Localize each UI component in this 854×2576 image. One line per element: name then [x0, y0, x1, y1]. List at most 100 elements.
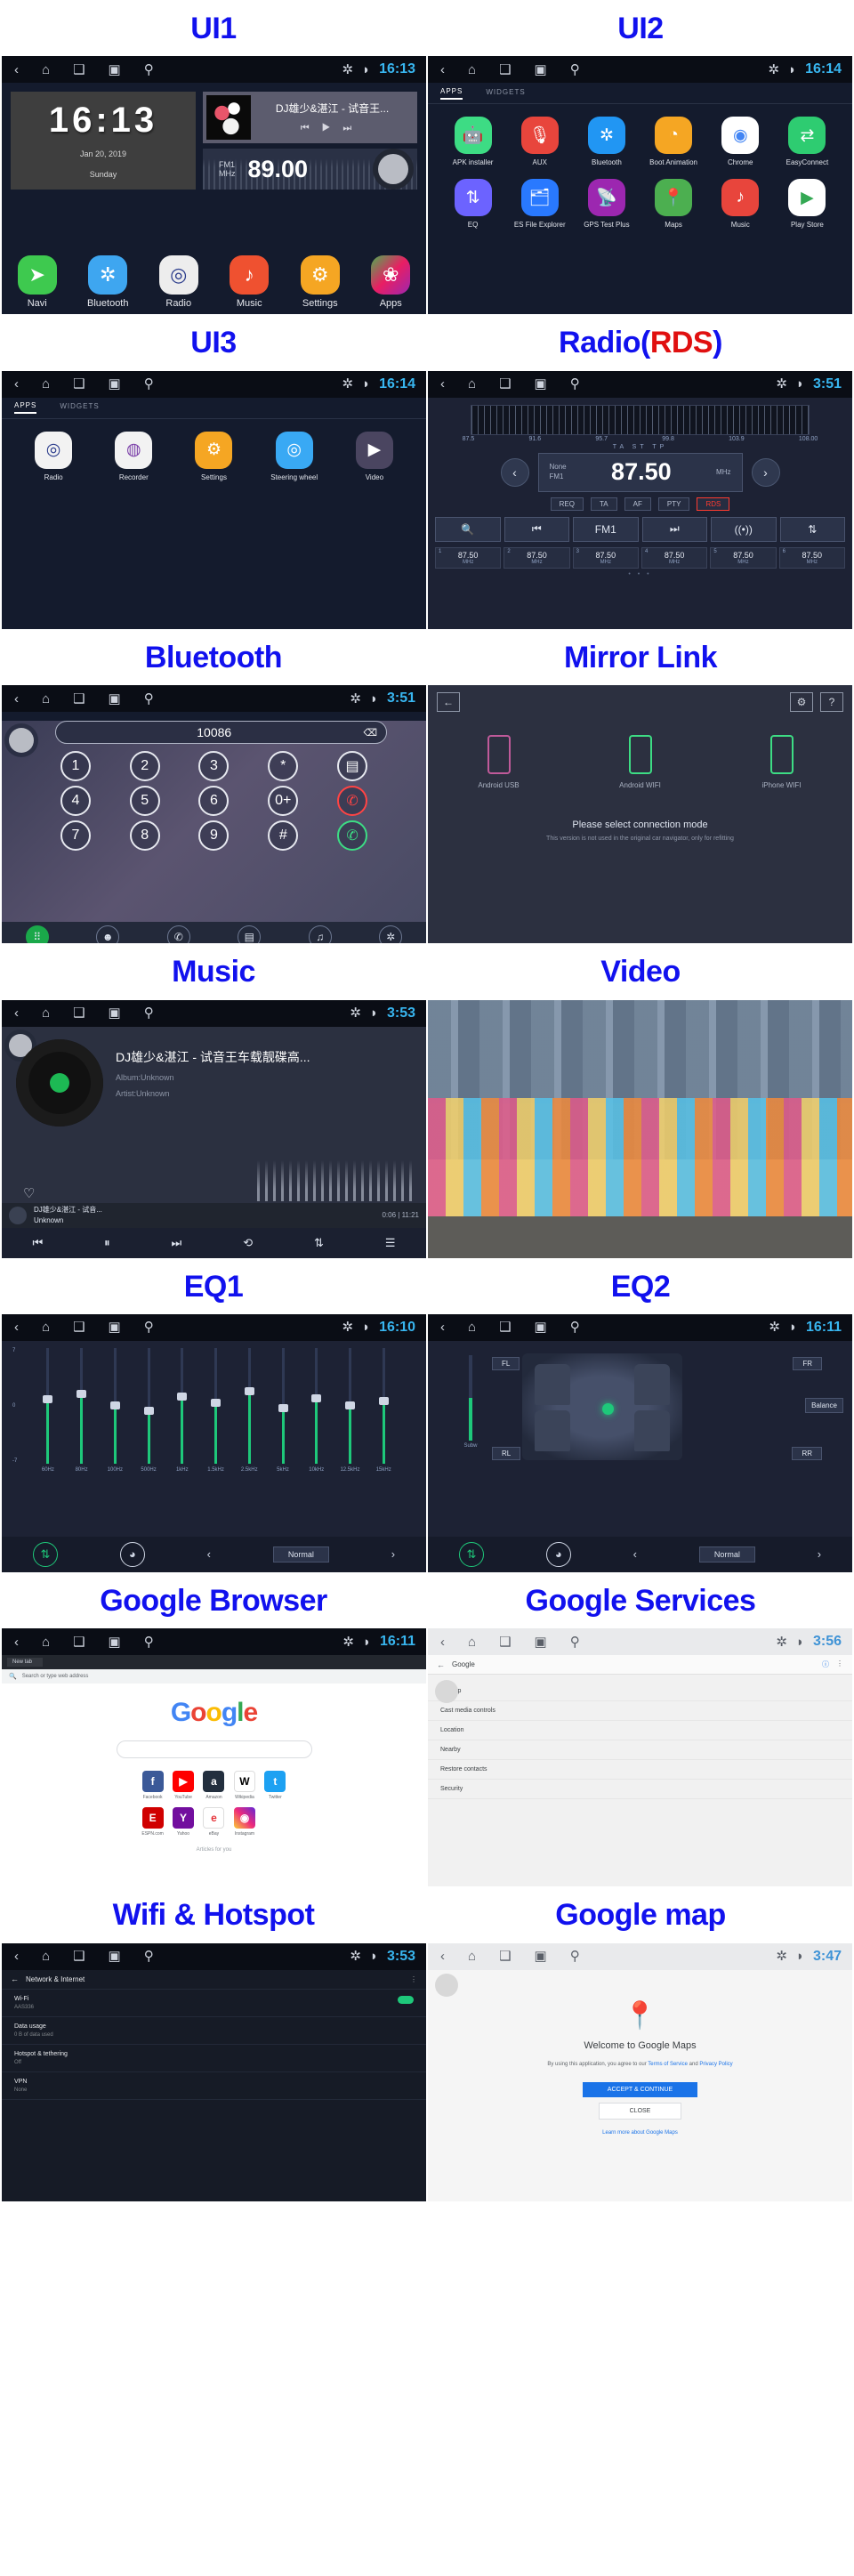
home-icon[interactable]: ⌂	[42, 692, 50, 706]
dock-item-settings[interactable]: ⚙ Settings	[289, 255, 351, 309]
recents-icon[interactable]: ❑	[499, 63, 511, 77]
home-icon[interactable]: ⌂	[468, 1320, 476, 1334]
home-icon[interactable]: ⌂	[468, 63, 476, 77]
eq-slider[interactable]	[101, 1347, 129, 1464]
browser-tab[interactable]: New tab	[7, 1658, 44, 1668]
subwoofer-slider[interactable]: Subw	[455, 1354, 487, 1449]
home-icon[interactable]: ⌂	[42, 1950, 50, 1963]
music-icon[interactable]: ♫	[308, 925, 332, 944]
app-easyconnect[interactable]: ⇄ EasyConnect	[777, 117, 838, 166]
key-4[interactable]: 4	[60, 786, 91, 817]
prev-icon[interactable]: ⏮	[504, 516, 569, 542]
list-item[interactable]: Restore contacts	[428, 1760, 852, 1781]
speaker-rr[interactable]: RR	[792, 1446, 822, 1460]
equalizer-icon[interactable]: ⇅	[779, 516, 845, 542]
home-icon[interactable]: ⌂	[42, 1635, 50, 1649]
eq-slider[interactable]	[68, 1347, 96, 1464]
device-icon[interactable]: ▤	[238, 925, 262, 944]
volume-knob[interactable]	[9, 728, 34, 754]
eq-slider[interactable]	[336, 1347, 365, 1464]
home-icon[interactable]: ⌂	[468, 1950, 476, 1963]
home-icon[interactable]: ⌂	[42, 63, 50, 77]
terms-of-service-link[interactable]: Terms of Service	[648, 2062, 688, 2067]
back-icon[interactable]: ‹	[14, 1635, 19, 1649]
back-icon[interactable]: ←	[11, 1974, 19, 1983]
prev-icon[interactable]: ⏮	[32, 1236, 43, 1250]
eq-reset-icon[interactable]: ⇅	[458, 1541, 484, 1567]
eq-slider[interactable]	[134, 1347, 163, 1464]
preset-button[interactable]: 5 87.50 MHz	[710, 546, 777, 569]
screenshot-icon[interactable]: ▣	[109, 377, 121, 391]
usb-icon[interactable]: ⚲	[144, 1006, 154, 1020]
speaker-rl[interactable]: RL	[492, 1446, 521, 1460]
key-5[interactable]: 5	[129, 786, 160, 817]
recents-icon[interactable]: ❑	[499, 377, 511, 391]
screenshot-icon[interactable]: ▣	[109, 1006, 121, 1020]
app-chrome[interactable]: ◉ Chrome	[710, 117, 771, 166]
home-icon[interactable]: ⌂	[468, 377, 476, 391]
prev-preset-icon[interactable]: ‹	[207, 1547, 211, 1561]
list-item-data-usage[interactable]: Data usage 0 B of data used	[2, 2017, 426, 2045]
keypad-icon[interactable]: ⠿	[25, 925, 49, 944]
loudness-icon[interactable]: ◕	[545, 1541, 571, 1567]
volume-knob[interactable]	[435, 1973, 458, 1997]
back-icon[interactable]: ←	[437, 692, 460, 713]
device-android-wifi[interactable]: Android WIFI	[596, 735, 685, 789]
key-8[interactable]: 8	[129, 820, 160, 852]
help-icon[interactable]: ?	[820, 692, 843, 713]
list-item[interactable]: Cast media controls	[428, 1701, 852, 1722]
info-icon[interactable]: ⓘ	[822, 1659, 829, 1669]
overflow-menu-icon[interactable]: ⋮	[836, 1659, 843, 1669]
dock-item-music[interactable]: ♪ Music	[218, 255, 280, 309]
eq-slider[interactable]	[34, 1347, 62, 1464]
preset-button[interactable]: 3 87.50 MHz	[572, 546, 639, 569]
equalizer-icon[interactable]: ⇅	[314, 1236, 324, 1250]
back-icon[interactable]: ‹	[440, 1635, 445, 1649]
call-log-icon[interactable]: ✆	[166, 925, 190, 944]
key-7[interactable]: 7	[60, 820, 91, 852]
back-icon[interactable]: ‹	[14, 1320, 19, 1334]
shortcut-ebay[interactable]: e eBay	[203, 1807, 225, 1837]
next-icon[interactable]: ⏭	[641, 516, 707, 542]
video-screen[interactable]	[428, 999, 852, 1258]
shortcut-yahoo[interactable]: Y Yahoo	[173, 1807, 195, 1837]
shortcut-amazon[interactable]: a Amazon	[203, 1771, 225, 1800]
shortcut-twitter[interactable]: t Twitter	[264, 1771, 286, 1800]
tab-widgets[interactable]: WIDGETS	[486, 88, 525, 99]
music-controls[interactable]: ⏮▶⏭	[256, 123, 408, 134]
recents-icon[interactable]: ❑	[73, 1320, 85, 1334]
recents-icon[interactable]: ❑	[499, 1950, 511, 1963]
app-bluetooth[interactable]: ✲ Bluetooth	[576, 117, 637, 166]
list-item-vpn[interactable]: VPN None	[2, 2072, 426, 2100]
screenshot-icon[interactable]: ▣	[535, 377, 547, 391]
prev-station-button[interactable]: ‹	[500, 457, 529, 487]
speaker-fl[interactable]: FL	[492, 1356, 520, 1370]
screenshot-icon[interactable]: ▣	[535, 1950, 547, 1963]
back-icon[interactable]: ‹	[14, 1950, 19, 1963]
recents-icon[interactable]: ❑	[73, 692, 85, 706]
preset-button[interactable]: 4 87.50 MHz	[640, 546, 708, 569]
eq-slider[interactable]	[369, 1347, 398, 1464]
dock-item-apps[interactable]: ❀ Apps	[359, 255, 422, 309]
wifi-toggle[interactable]	[398, 1995, 414, 2004]
list-item[interactable]: Security	[428, 1780, 852, 1800]
page-dots[interactable]: • • •	[435, 571, 845, 577]
music-widget[interactable]: DJ雄少&湛江 - 试音王... ⏮▶⏭	[203, 92, 417, 144]
back-icon[interactable]: ‹	[14, 377, 19, 391]
favorite-icon[interactable]: ♡	[23, 1185, 35, 1201]
next-preset-icon[interactable]: ›	[818, 1547, 821, 1561]
privacy-policy-link[interactable]: Privacy Policy	[699, 2062, 732, 2067]
tab-widgets[interactable]: WIDGETS	[60, 402, 99, 413]
frequency-scale[interactable]	[471, 404, 810, 435]
usb-icon[interactable]: ⚲	[144, 692, 154, 706]
usb-icon[interactable]: ⚲	[144, 377, 154, 391]
list-icon[interactable]: ☰	[385, 1236, 396, 1250]
recents-icon[interactable]: ❑	[73, 1006, 85, 1020]
key-6[interactable]: 6	[198, 786, 230, 817]
key-0-plus[interactable]: 0+	[268, 786, 299, 817]
back-icon[interactable]: ←	[437, 1660, 445, 1669]
key-3[interactable]: 3	[198, 751, 230, 782]
dock-item-navi[interactable]: ➤ Navi	[6, 255, 68, 309]
rds-tag-ta[interactable]: TA	[591, 497, 617, 511]
usb-icon[interactable]: ⚲	[570, 1950, 580, 1963]
